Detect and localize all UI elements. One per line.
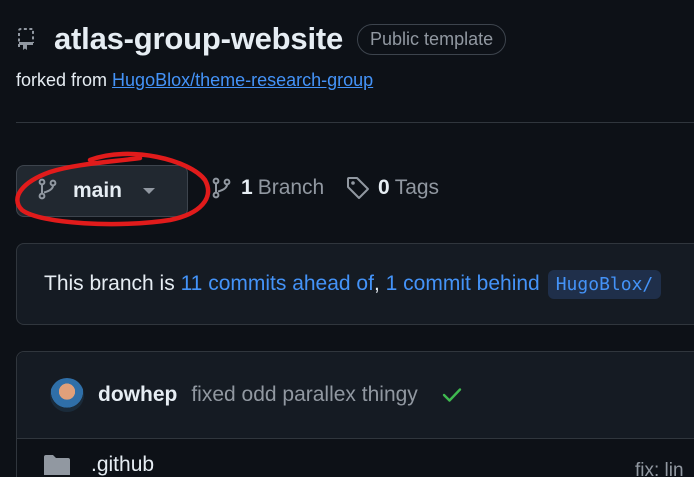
upstream-branch-ref[interactable]: HugoBlox/ bbox=[547, 269, 662, 299]
forked-prefix: forked from bbox=[16, 70, 108, 90]
upstream-repo-link[interactable]: HugoBlox/theme-research-group bbox=[112, 70, 373, 90]
folder-icon bbox=[43, 453, 71, 477]
commit-message[interactable]: fixed odd parallex thingy bbox=[191, 383, 417, 407]
visibility-badge: Public template bbox=[357, 23, 507, 55]
latest-commit-row: dowhep fixed odd parallex thingy bbox=[17, 352, 694, 439]
branch-count-label: Branch bbox=[257, 176, 325, 199]
forked-from-line: forked from HugoBlox/theme-research-grou… bbox=[16, 70, 373, 91]
commit-author[interactable]: dowhep bbox=[98, 383, 177, 407]
repo-name[interactable]: atlas-group-website bbox=[54, 21, 343, 57]
repo-template-icon bbox=[16, 25, 40, 53]
file-list: dowhep fixed odd parallex thingy .github… bbox=[16, 351, 694, 477]
commits-behind-link[interactable]: 1 commit behind bbox=[386, 272, 540, 296]
tags-link[interactable]: 0 Tags bbox=[346, 176, 439, 200]
tag-icon bbox=[346, 176, 370, 200]
branches-link[interactable]: 1 Branch bbox=[211, 176, 324, 200]
commits-ahead-link[interactable]: 11 commits ahead of bbox=[181, 272, 374, 296]
avatar[interactable] bbox=[50, 378, 84, 412]
git-branch-icon bbox=[37, 178, 59, 205]
file-commit-message[interactable]: fix: lin bbox=[635, 460, 684, 477]
branch-count: 1 bbox=[241, 176, 253, 199]
branch-status-prefix: This branch is bbox=[44, 272, 175, 295]
git-branch-icon bbox=[211, 177, 233, 199]
status-comma: , bbox=[373, 272, 380, 295]
check-icon[interactable] bbox=[442, 387, 462, 403]
branch-status-banner: This branch is 11 commits ahead of, 1 co… bbox=[16, 243, 694, 325]
header-divider bbox=[16, 122, 694, 123]
file-name[interactable]: .github bbox=[91, 453, 154, 477]
tag-count-label: Tags bbox=[394, 176, 440, 199]
tag-count: 0 bbox=[378, 176, 390, 199]
branch-selector-button[interactable]: main bbox=[16, 165, 188, 217]
table-row[interactable]: .github fix: lin bbox=[17, 440, 694, 477]
chevron-down-icon bbox=[142, 187, 156, 195]
repo-header: atlas-group-website Public template bbox=[16, 21, 507, 57]
current-branch-label: main bbox=[73, 179, 123, 202]
